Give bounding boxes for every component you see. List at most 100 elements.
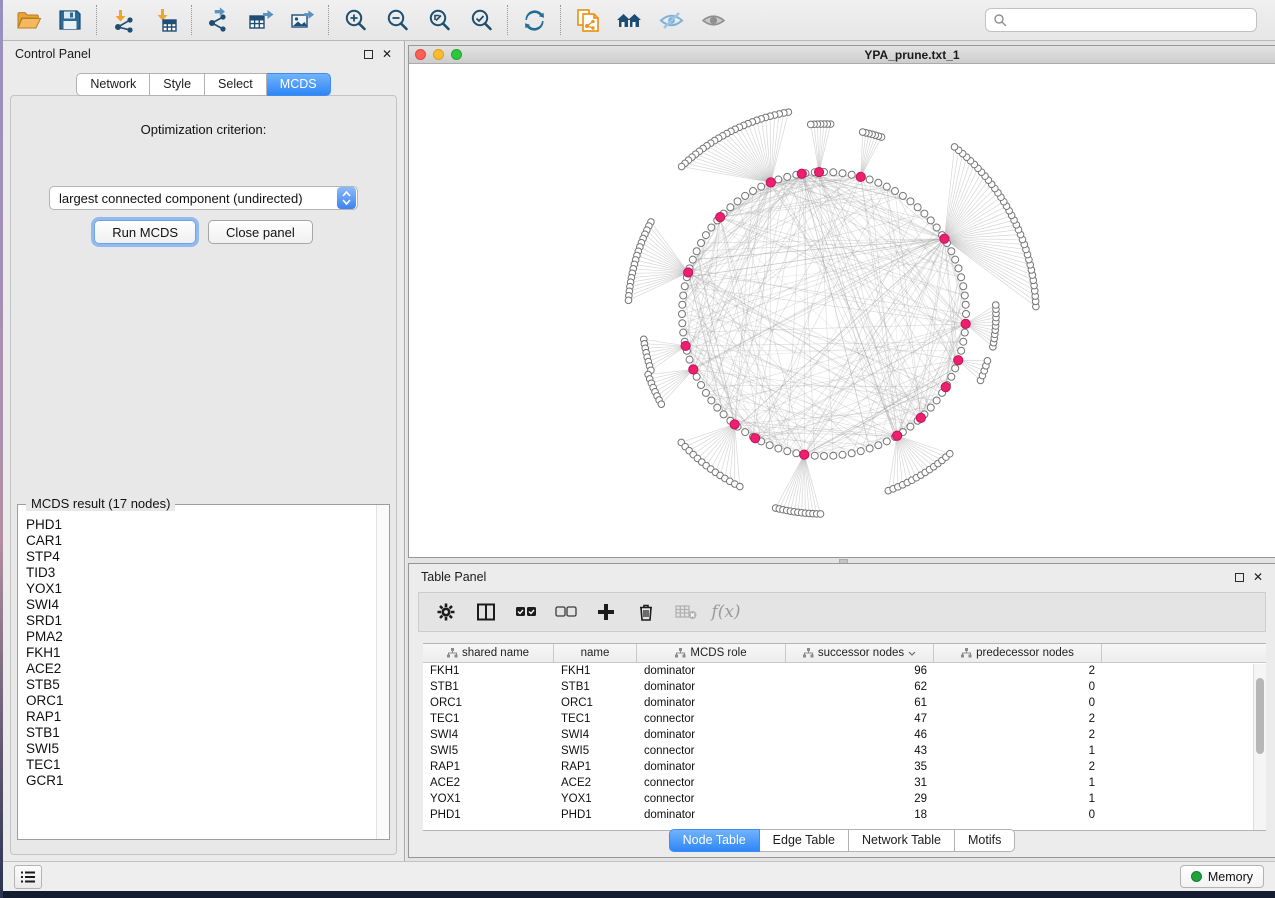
graph-node[interactable] xyxy=(830,169,837,176)
mcds-result-item[interactable]: PHD1 xyxy=(26,517,375,533)
first-neighbors-button[interactable] xyxy=(608,3,650,37)
graph-node[interactable] xyxy=(775,176,782,183)
graph-node[interactable] xyxy=(702,232,709,239)
graph-node[interactable] xyxy=(875,442,882,449)
graph-hub-node[interactable] xyxy=(941,383,950,392)
tab-mcds[interactable]: MCDS xyxy=(267,73,331,96)
refresh-layout-button[interactable] xyxy=(513,3,555,37)
graph-node[interactable] xyxy=(958,347,965,354)
network-graph[interactable] xyxy=(409,64,1275,557)
graph-node[interactable] xyxy=(933,397,940,404)
zoom-out-button[interactable] xyxy=(376,3,418,37)
graph-node[interactable] xyxy=(830,452,837,459)
mcds-result-item[interactable]: TID3 xyxy=(26,565,375,581)
add-column-button[interactable] xyxy=(593,599,619,625)
graph-node[interactable] xyxy=(784,448,791,455)
graph-node[interactable] xyxy=(866,445,873,452)
zoom-fit-button[interactable] xyxy=(418,3,460,37)
graph-node[interactable] xyxy=(961,329,968,336)
zoom-in-button[interactable] xyxy=(334,3,376,37)
mcds-result-item[interactable]: SRD1 xyxy=(26,613,375,629)
graph-node[interactable] xyxy=(958,274,965,281)
graph-node[interactable] xyxy=(927,217,934,224)
table-row[interactable]: FKH1FKH1dominator962 xyxy=(423,663,1266,679)
table-scrollbar-thumb[interactable] xyxy=(1256,678,1264,754)
graph-node[interactable] xyxy=(742,192,749,199)
graph-hub-node[interactable] xyxy=(916,413,925,422)
graph-node[interactable] xyxy=(758,183,765,190)
mcds-result-item[interactable]: FKH1 xyxy=(26,645,375,661)
network-canvas[interactable] xyxy=(409,64,1275,557)
graph-node[interactable] xyxy=(821,453,828,460)
import-table-button[interactable] xyxy=(144,3,186,37)
graph-node[interactable] xyxy=(948,248,955,255)
select-all-rows-button[interactable] xyxy=(513,599,539,625)
graph-node[interactable] xyxy=(793,450,800,457)
tab-node-table[interactable]: Node Table xyxy=(669,829,760,852)
graph-hub-node[interactable] xyxy=(689,365,698,374)
graph-node[interactable] xyxy=(784,173,791,180)
mcds-result-item[interactable]: STP4 xyxy=(26,549,375,565)
graph-hub-node[interactable] xyxy=(766,178,775,187)
mcds-list-scrollbar[interactable] xyxy=(376,505,389,839)
column-header-predecessor-nodes[interactable]: predecessor nodes xyxy=(934,644,1102,662)
export-table-button[interactable] xyxy=(239,3,281,37)
graph-node[interactable] xyxy=(807,121,814,128)
show-details-button[interactable] xyxy=(692,3,734,37)
table-row[interactable]: STB1STB1dominator620 xyxy=(423,679,1266,695)
graph-node[interactable] xyxy=(839,170,846,177)
graph-node[interactable] xyxy=(866,176,873,183)
import-network-button[interactable] xyxy=(102,3,144,37)
graph-node[interactable] xyxy=(625,297,632,304)
mcds-result-list[interactable]: PHD1CAR1STP4TID3YOX1SWI4SRD1PMA2FKH1ACE2… xyxy=(19,517,375,838)
graph-hub-node[interactable] xyxy=(856,172,865,181)
graph-hub-node[interactable] xyxy=(800,450,809,459)
table-row[interactable]: RAP1RAP1dominator352 xyxy=(423,759,1266,775)
graph-node[interactable] xyxy=(963,311,970,318)
graph-node[interactable] xyxy=(907,423,914,430)
mcds-result-item[interactable]: RAP1 xyxy=(26,709,375,725)
task-history-button[interactable] xyxy=(14,865,42,889)
graph-node[interactable] xyxy=(927,404,934,411)
mcds-result-item[interactable]: SWI4 xyxy=(26,597,375,613)
graph-node[interactable] xyxy=(698,240,705,247)
table-settings-button[interactable] xyxy=(433,599,459,625)
graph-node[interactable] xyxy=(955,265,962,272)
mcds-result-item[interactable]: PMA2 xyxy=(26,629,375,645)
graph-node[interactable] xyxy=(839,451,846,458)
close-panel-button[interactable]: Close panel xyxy=(208,220,313,244)
tab-motifs[interactable]: Motifs xyxy=(955,829,1015,852)
table-row[interactable]: YOX1YOX1connector291 xyxy=(423,791,1266,807)
graph-node[interactable] xyxy=(702,389,709,396)
memory-button[interactable]: Memory xyxy=(1180,865,1264,888)
tab-select[interactable]: Select xyxy=(205,73,267,96)
graph-node[interactable] xyxy=(708,397,715,404)
graph-node[interactable] xyxy=(714,404,721,411)
graph-node[interactable] xyxy=(708,224,715,231)
float-panel-icon[interactable] xyxy=(1235,573,1244,582)
column-header-shared-name[interactable]: shared name xyxy=(423,644,554,662)
graph-node[interactable] xyxy=(742,429,749,436)
mcds-result-item[interactable]: CAR1 xyxy=(26,533,375,549)
duplicate-network-button[interactable] xyxy=(566,3,608,37)
save-session-button[interactable] xyxy=(49,3,91,37)
graph-node[interactable] xyxy=(775,445,782,452)
graph-node[interactable] xyxy=(960,283,967,290)
graph-node[interactable] xyxy=(848,450,855,457)
deselect-all-rows-button[interactable] xyxy=(553,599,579,625)
close-panel-icon[interactable]: ✕ xyxy=(382,48,392,60)
graph-node[interactable] xyxy=(681,283,688,290)
table-row[interactable]: SWI4SWI4dominator462 xyxy=(423,727,1266,743)
graph-node[interactable] xyxy=(984,358,991,365)
open-file-button[interactable] xyxy=(7,3,49,37)
graph-hub-node[interactable] xyxy=(814,167,823,176)
graph-hub-node[interactable] xyxy=(730,420,739,429)
column-header-successor-nodes[interactable]: successor nodes xyxy=(786,644,934,662)
graph-node[interactable] xyxy=(859,129,866,136)
graph-node[interactable] xyxy=(899,192,906,199)
graph-node[interactable] xyxy=(679,301,686,308)
graph-hub-node[interactable] xyxy=(797,169,806,178)
graph-node[interactable] xyxy=(992,302,999,309)
graph-node[interactable] xyxy=(951,144,958,151)
tab-style[interactable]: Style xyxy=(150,73,205,96)
